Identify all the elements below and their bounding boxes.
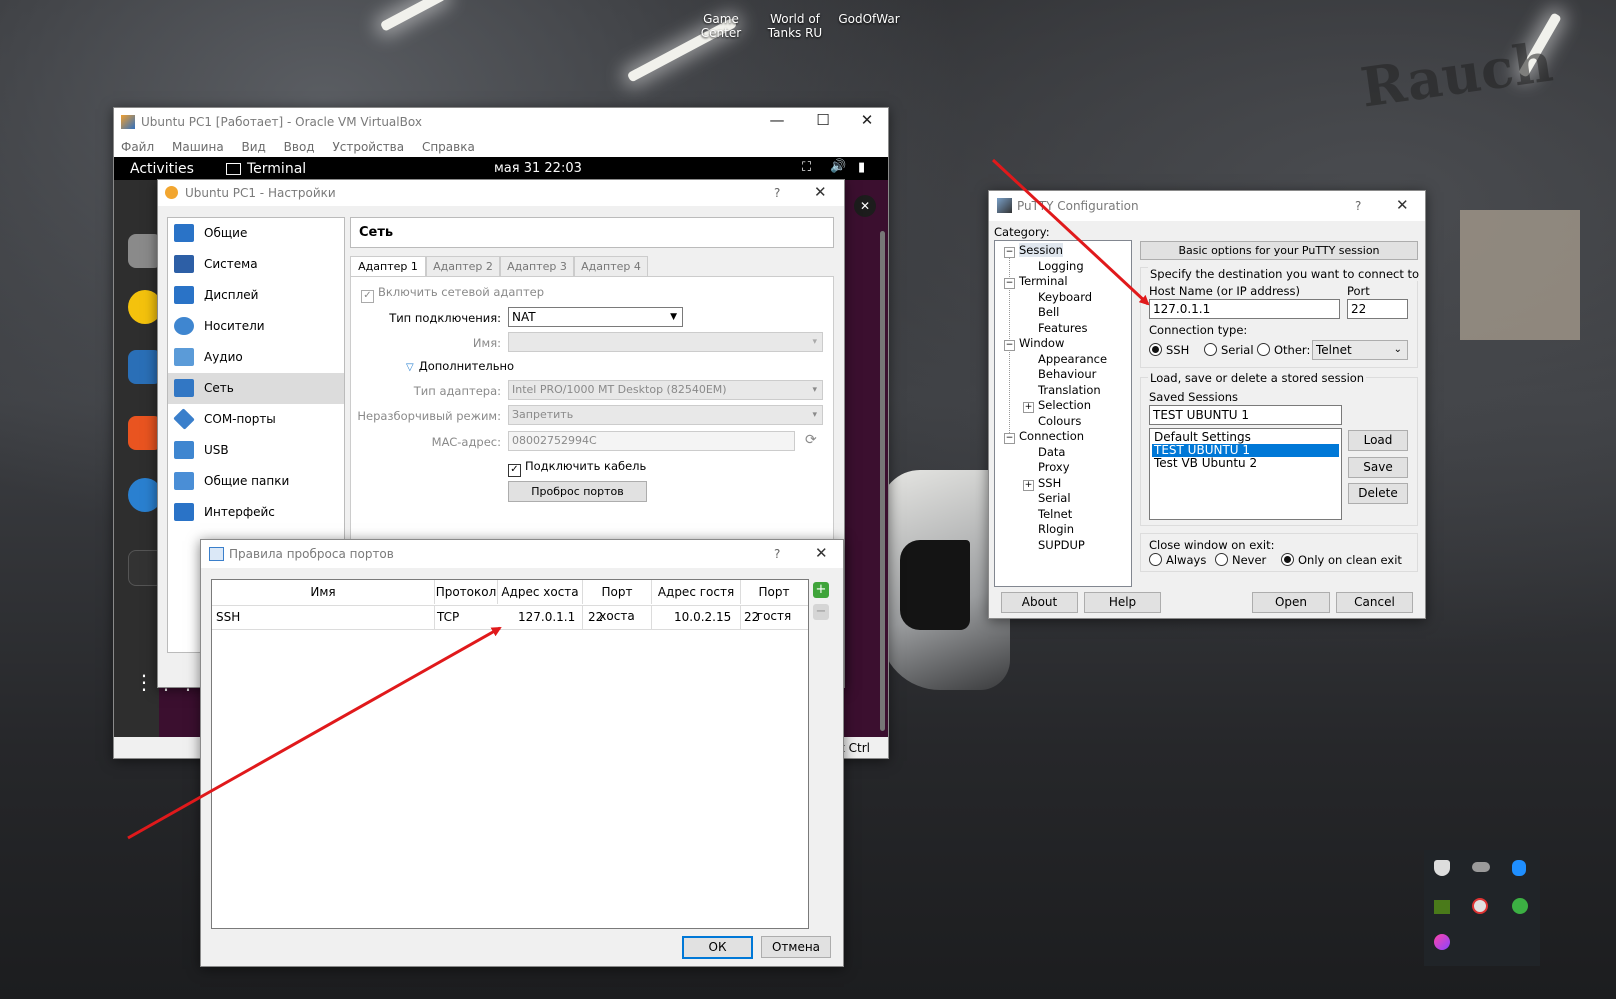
arrow-to-host-address <box>127 626 502 840</box>
arrow-to-putty-host <box>991 158 1150 306</box>
annotation-arrows <box>127 158 1150 840</box>
